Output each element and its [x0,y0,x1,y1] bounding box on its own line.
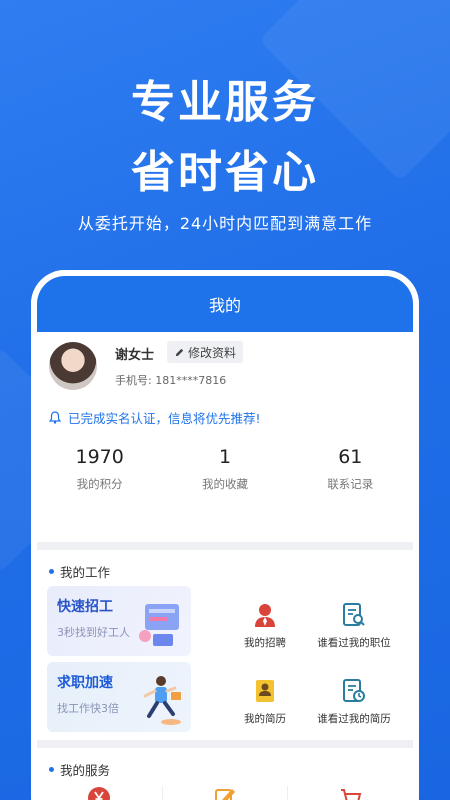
document-search-icon [343,603,365,626]
grid-item-label: 我的简历 [244,713,286,725]
grid-item-label: 我的招聘 [244,637,286,649]
section-title: 我的服务 [37,748,413,779]
my-recruitment-item[interactable]: 我的招聘 [220,602,310,650]
who-viewed-my-jobs-item[interactable]: 谁看过我的职位 [309,602,399,650]
section-title: 我的工作 [37,550,413,581]
stat-label: 我的收藏 [201,477,248,491]
page-title: 我的 [208,296,241,315]
yen-coin-icon [88,787,111,800]
stat-label: 我的积分 [76,477,123,491]
recruit-illustration-icon [139,604,179,646]
who-viewed-my-resume-item[interactable]: 谁看过我的简历 [309,678,399,726]
phone-label: 手机号: [115,374,152,387]
cart-icon [340,789,361,800]
bell-icon [49,411,61,424]
avatar[interactable] [49,342,97,390]
section-divider [37,542,413,550]
section-divider [37,740,413,748]
running-person-icon [143,676,181,725]
phone-value: 181****7816 [155,374,227,387]
phone-mockup: 我的 谢女士 修改资料 手机号: 181****7816 已完成实名认证，信息将 [31,270,419,800]
stat-favorites[interactable]: 1 我的收藏 [162,446,287,492]
grid-item-label: 谁看过我的职位 [317,637,391,649]
stat-value: 1970 [75,446,124,468]
services-row [37,786,413,800]
notice-text: 已完成实名认证，信息将优先推荐! [68,411,261,426]
stats-row: 1970 我的积分 1 我的收藏 61 联系记录 [37,446,413,492]
stat-label: 联系记录 [327,477,374,491]
stat-points[interactable]: 1970 我的积分 [37,446,162,492]
quick-recruit-card[interactable]: 快速招工 3秒找到好工人 [47,586,191,656]
service-item-edit[interactable] [163,786,289,800]
phone-screen: 我的 谢女士 修改资料 手机号: 181****7816 已完成实名认证，信息将 [37,276,413,800]
hero-title-line2: 省时省心 [131,147,319,198]
stat-value: 1 [218,446,232,468]
service-item-payment[interactable] [37,786,163,800]
phone-number: 手机号: 181****7816 [115,372,226,388]
hero-title-line1: 专业服务 [131,77,319,128]
verification-notice: 已完成实名认证，信息将优先推荐! [49,408,261,427]
bullet-dot [49,569,54,574]
edit-profile-button[interactable]: 修改资料 [167,341,244,363]
user-name: 谢女士 [115,348,155,363]
edit-profile-label: 修改资料 [188,345,237,360]
my-services-section: 我的服务 [37,748,413,800]
stat-value: 61 [338,446,363,468]
pencil-icon [175,348,184,356]
edit-note-icon [215,789,235,800]
my-resume-item[interactable]: 我的简历 [220,678,310,726]
app-header: 我的 [37,276,413,332]
person-recruit-icon [255,604,275,627]
stat-contacts[interactable]: 61 联系记录 [288,446,413,492]
my-services-title: 我的服务 [60,763,111,778]
my-work-section: 我的工作 快速招工 3秒找到好工人 求职加速 找工作快3倍 我的招聘 谁看过我的… [37,550,413,740]
document-clock-icon [343,679,365,702]
profile-section: 谢女士 修改资料 手机号: 181****7816 已完成实名认证，信息将优先推… [37,332,413,542]
grid-item-label: 谁看过我的简历 [317,713,391,725]
job-boost-card[interactable]: 求职加速 找工作快3倍 [47,662,191,732]
resume-icon [256,680,274,702]
hero-subtitle: 从委托开始，24小时内匹配到满意工作 [77,214,373,233]
service-item-shop[interactable] [288,786,413,800]
bullet-dot [49,767,54,772]
my-work-title: 我的工作 [60,565,111,580]
